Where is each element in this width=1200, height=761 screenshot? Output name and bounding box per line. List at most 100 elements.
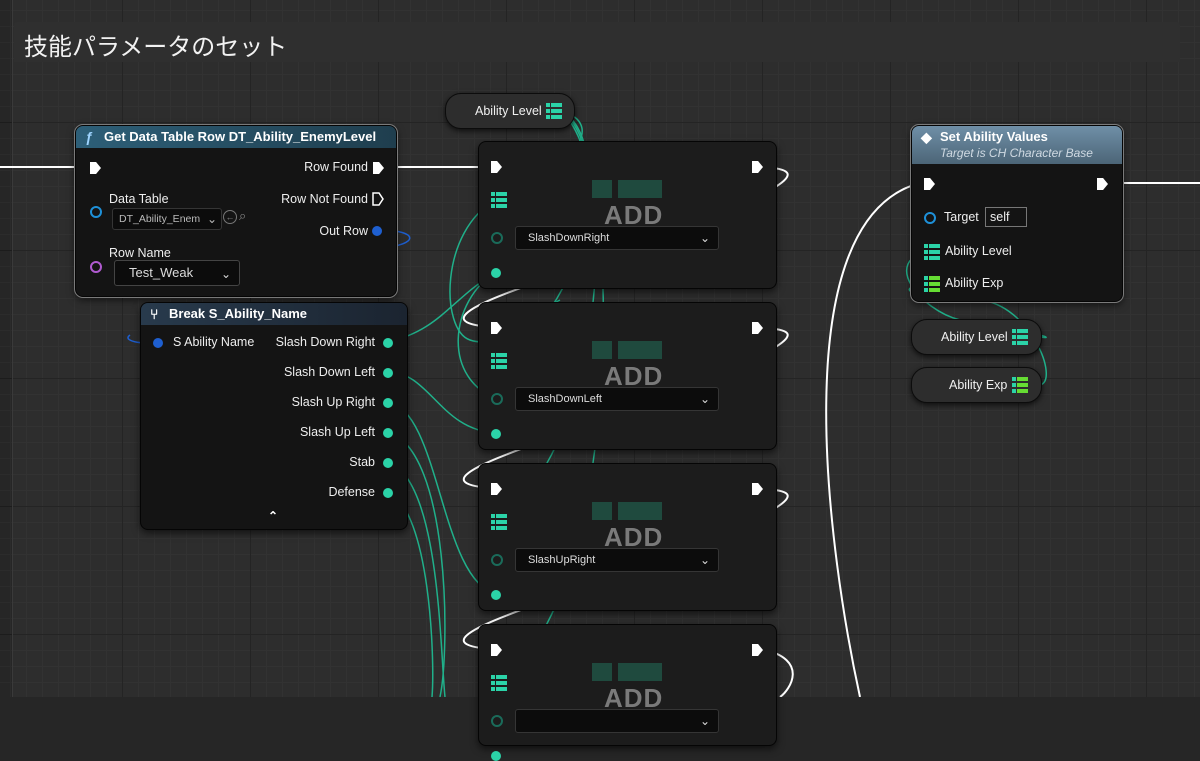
- chevron-down-icon: ⌄: [699, 553, 710, 567]
- pin-ability-exp: Ability Exp: [945, 276, 1004, 290]
- key-select[interactable]: SlashUpRight ⌄: [515, 548, 719, 572]
- row-found-label: Row Found: [304, 160, 368, 174]
- exec-out-pin[interactable]: [752, 483, 763, 495]
- output-slash-up-left: Slash Up Left: [299, 425, 375, 439]
- key-pin[interactable]: [491, 393, 503, 405]
- key-pin[interactable]: [491, 232, 503, 244]
- ability-level-variable[interactable]: Ability Level: [911, 319, 1042, 355]
- node-title: Get Data Table Row DT_Ability_EnemyLevel: [104, 129, 377, 144]
- search-icon[interactable]: ⌕: [239, 208, 246, 224]
- node-header[interactable]: ƒ Get Data Table Row DT_Ability_EnemyLev…: [76, 126, 396, 148]
- exec-wire-to-set: [825, 182, 921, 697]
- key-pin[interactable]: [491, 554, 503, 566]
- output-stab: Stab: [349, 455, 375, 469]
- row-found-pin[interactable]: [373, 162, 384, 174]
- exec-out-pin[interactable]: [752, 644, 763, 656]
- output-defense: Defense: [328, 485, 375, 499]
- struct-input-label: S Ability Name: [173, 335, 255, 349]
- set-function-icon: ◆: [921, 129, 932, 145]
- output-slash-down-right: Slash Down Right: [275, 335, 375, 349]
- out-row-label: Out Row: [319, 224, 368, 238]
- map-variable-icon[interactable]: [1012, 328, 1028, 346]
- map-variable-icon[interactable]: [491, 513, 507, 536]
- value-pin[interactable]: [491, 429, 501, 439]
- chevron-down-icon: ⌄: [220, 267, 231, 281]
- key-select-value: SlashDownRight: [528, 232, 610, 244]
- map-variable-icon[interactable]: [491, 674, 507, 697]
- key-pin[interactable]: [491, 715, 503, 727]
- exec-in-pin[interactable]: [924, 178, 935, 190]
- exec-in-pin[interactable]: [491, 483, 502, 495]
- row-name-select[interactable]: Test_Weak ⌄: [114, 260, 240, 286]
- map-variable-icon[interactable]: [1012, 376, 1028, 394]
- map-variable-icon[interactable]: [491, 352, 507, 375]
- add-graphic-block: [618, 502, 662, 520]
- data-table-value: DT_Ability_Enem: [119, 213, 201, 225]
- add-node[interactable]: ADD SlashDownLeft ⌄: [478, 302, 777, 450]
- add-node[interactable]: ADD SlashDownRight ⌄: [478, 141, 777, 289]
- node-header[interactable]: ⑂ Break S_Ability_Name: [141, 303, 407, 325]
- get-data-table-row-node[interactable]: ƒ Get Data Table Row DT_Ability_EnemyLev…: [74, 124, 398, 298]
- node-subtitle: Target is CH Character Base: [940, 146, 1093, 160]
- value-pin[interactable]: [491, 590, 501, 600]
- target-value-box[interactable]: self: [985, 207, 1027, 227]
- exec-out-pin[interactable]: [752, 322, 763, 334]
- add-graphic-block: [592, 180, 612, 198]
- browse-arrow-icon[interactable]: ←: [223, 210, 237, 224]
- ability-exp-variable[interactable]: Ability Exp: [911, 367, 1042, 403]
- add-graphic-block: [592, 502, 612, 520]
- add-graphic-block: [618, 180, 662, 198]
- exec-in-pin[interactable]: [491, 322, 502, 334]
- collapse-chevron-up-icon[interactable]: ⌃: [268, 509, 278, 523]
- row-name-value: Test_Weak: [129, 265, 194, 280]
- target-pin[interactable]: [924, 212, 936, 224]
- chevron-down-icon: ⌄: [699, 392, 710, 406]
- break-struct-icon: ⑂: [150, 306, 159, 322]
- row-not-found-pin[interactable]: [372, 192, 384, 206]
- data-table-pin[interactable]: [90, 206, 102, 218]
- output-pin[interactable]: [383, 458, 393, 468]
- data-table-select[interactable]: DT_Ability_Enem ⌄: [112, 208, 222, 230]
- exec-in-pin[interactable]: [491, 644, 502, 656]
- row-not-found-label: Row Not Found: [281, 192, 368, 206]
- output-pin[interactable]: [383, 338, 393, 348]
- key-select[interactable]: ⌄: [515, 709, 719, 733]
- exec-out-pin[interactable]: [752, 161, 763, 173]
- struct-input-pin[interactable]: [153, 338, 163, 348]
- break-struct-node[interactable]: ⑂ Break S_Ability_Name S Ability Name Sl…: [140, 302, 408, 530]
- output-pin[interactable]: [383, 428, 393, 438]
- map-variable-icon[interactable]: [546, 102, 562, 120]
- node-header[interactable]: ◆ Set Ability Values Target is CH Charac…: [912, 126, 1122, 164]
- exec-in-pin[interactable]: [491, 161, 502, 173]
- exec-out-pin[interactable]: [1097, 178, 1108, 190]
- add-node[interactable]: ADD SlashUpRight ⌄: [478, 463, 777, 611]
- key-select[interactable]: SlashDownRight ⌄: [515, 226, 719, 250]
- output-pin[interactable]: [383, 368, 393, 378]
- data-table-label: Data Table: [109, 192, 169, 206]
- map-variable-icon: [924, 276, 940, 292]
- chevron-down-icon: ⌄: [699, 231, 710, 245]
- row-name-pin[interactable]: [90, 261, 102, 273]
- add-graphic-block: [592, 663, 612, 681]
- key-select[interactable]: SlashDownLeft ⌄: [515, 387, 719, 411]
- add-graphic-block: [618, 663, 662, 681]
- map-variable-icon[interactable]: [491, 191, 507, 214]
- map-variable-icon: [924, 244, 940, 260]
- exec-in-pin[interactable]: [90, 162, 101, 174]
- add-node[interactable]: ADD ⌄: [478, 624, 777, 761]
- output-slash-down-left: Slash Down Left: [283, 365, 375, 379]
- key-select-value: SlashDownLeft: [528, 393, 602, 405]
- target-value: self: [990, 210, 1010, 224]
- value-pin[interactable]: [491, 268, 501, 278]
- set-ability-values-node[interactable]: ◆ Set Ability Values Target is CH Charac…: [910, 124, 1124, 303]
- variable-label: Ability Level: [475, 104, 542, 118]
- pin-ability-level: Ability Level: [945, 244, 1012, 258]
- add-graphic-block: [618, 341, 662, 359]
- out-row-pin[interactable]: [372, 226, 382, 236]
- output-pin[interactable]: [383, 488, 393, 498]
- key-select-value: SlashUpRight: [528, 554, 596, 566]
- ability-level-variable-top[interactable]: Ability Level: [445, 93, 575, 129]
- node-title: Set Ability Values: [940, 129, 1048, 144]
- value-pin[interactable]: [491, 751, 501, 761]
- output-pin[interactable]: [383, 398, 393, 408]
